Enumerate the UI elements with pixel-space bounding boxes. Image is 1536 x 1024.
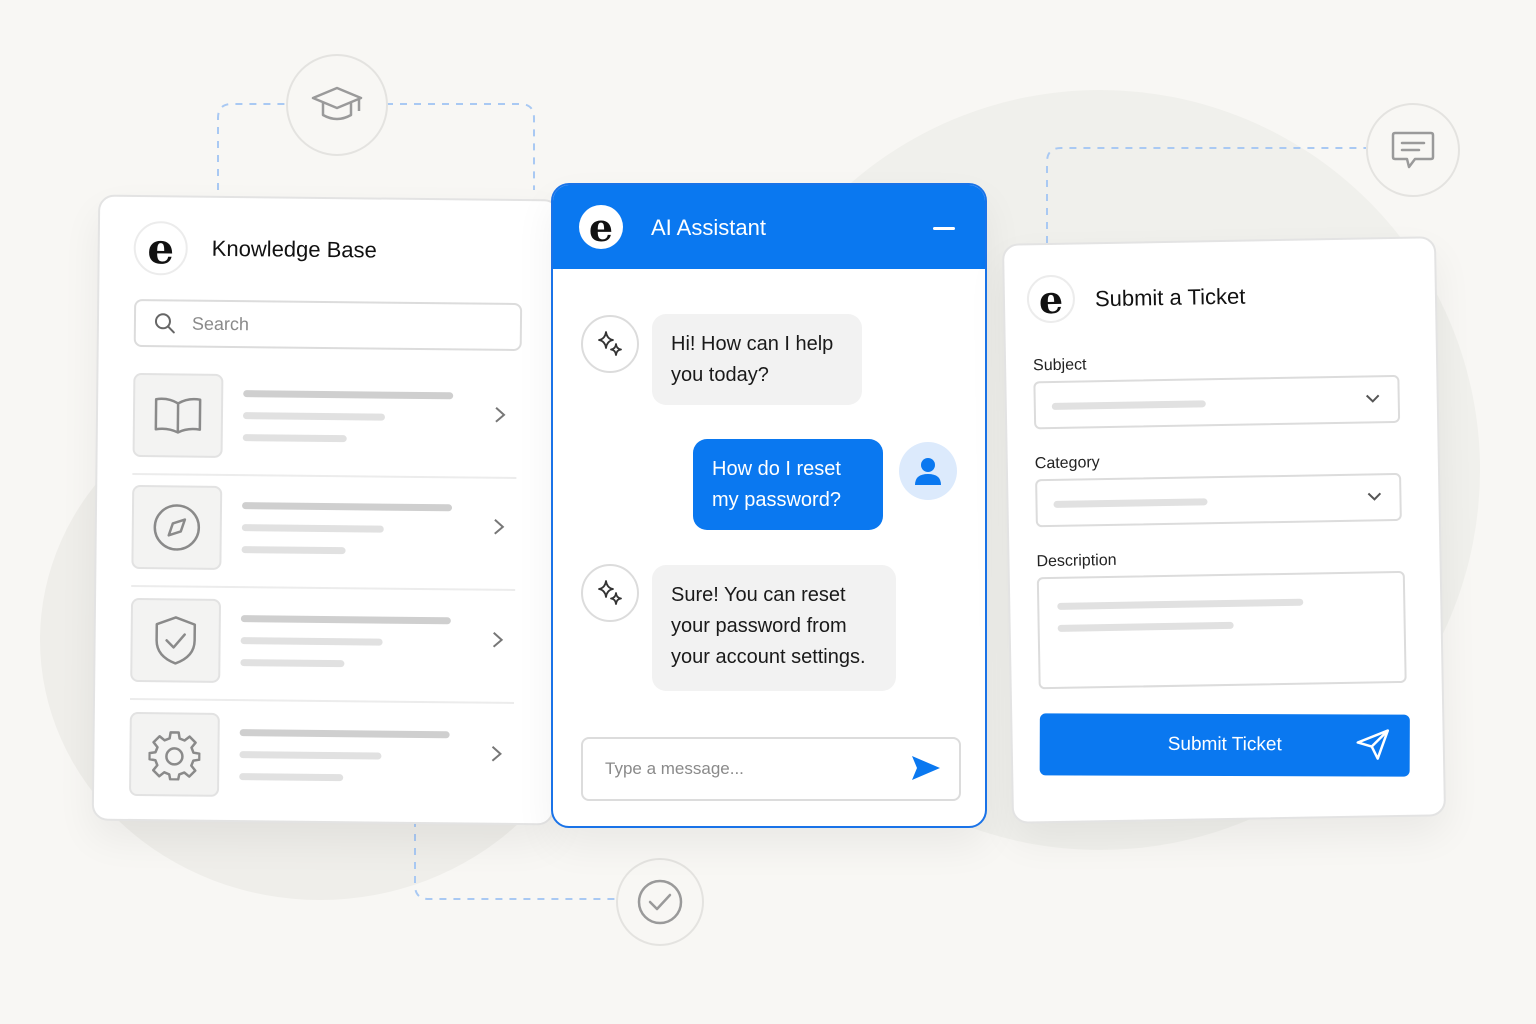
chat-icon [1391,131,1435,169]
submit-ticket-button[interactable]: Submit Ticket [1039,713,1410,777]
search-input[interactable] [189,312,495,339]
placeholder-line [242,412,386,421]
placeholder-line [1053,498,1208,508]
graduation-cap-icon [311,86,363,121]
chat-header: e AI Assistant [553,185,985,269]
placeholder-line [240,615,451,625]
search-box[interactable] [133,298,523,352]
placeholder-line [240,659,345,668]
placeholder-line [241,524,384,533]
chevron-down-icon [1365,394,1380,403]
chat-badge [1366,103,1460,197]
check-badge [616,858,704,946]
ai-assistant-panel: e AI Assistant Hi! How can I help you to… [551,183,987,828]
paper-plane-icon [1356,729,1390,760]
book-tile [132,372,224,458]
divider [130,697,514,704]
description-label: Description [1036,551,1117,571]
placeholder-line [239,729,450,739]
sparkle-icon [598,331,622,356]
user-icon [915,458,941,485]
chevron-right-icon [492,632,504,648]
placeholder-line [239,751,382,760]
subject-label: Subject [1032,356,1087,375]
panel-title: Submit a Ticket [1094,283,1246,312]
kb-list-item[interactable] [128,711,514,826]
search-icon [154,313,175,334]
submit-ticket-panel: e Submit a Ticket Subject Category Descr… [1001,236,1447,824]
placeholder-line [1051,400,1206,410]
placeholder-line [1057,621,1234,632]
gear-tile [128,711,220,797]
graduation-cap-badge [286,54,388,156]
placeholder-line [240,637,383,646]
placeholder-line [1057,598,1304,610]
panel-title: AI Assistant [651,215,766,240]
chevron-right-icon [495,407,506,423]
message-input[interactable] [603,758,897,780]
submit-label: Submit Ticket [1167,733,1282,756]
category-select[interactable] [1035,472,1402,528]
category-label: Category [1034,454,1100,473]
send-icon[interactable] [911,755,941,781]
compass-icon [153,504,201,551]
brand-logo: e [1026,274,1076,324]
placeholder-line [239,773,344,782]
bot-message: Hi! How can I help you today? [652,314,862,405]
kb-list-item[interactable] [132,372,517,487]
kb-list-item[interactable] [130,597,515,712]
message-box[interactable] [581,737,961,801]
shield-tile [130,597,222,683]
chevron-right-icon [491,746,502,762]
brand-logo: e [133,220,189,276]
placeholder-line [242,434,347,443]
placeholder-line [243,390,454,400]
shield-check-icon [155,616,197,665]
description-field[interactable] [1036,570,1407,690]
divider [131,584,516,591]
compass-tile [131,484,223,570]
chevron-right-icon [494,519,505,535]
placeholder-line [241,546,346,555]
brand-logo: e [579,205,623,250]
check-circle-icon [637,879,683,925]
bot-avatar [581,315,639,373]
bot-message: Sure! You can reset your password from y… [652,565,896,691]
divider [132,472,517,479]
gear-icon [148,731,201,781]
chevron-down-icon [1367,492,1382,501]
kb-list-item[interactable] [131,484,516,599]
placeholder-line [242,502,453,512]
minimize-button[interactable] [933,227,955,230]
sparkle-icon [598,580,622,605]
subject-select[interactable] [1033,374,1401,430]
user-message: How do I reset my password? [693,439,883,530]
book-icon [154,397,202,434]
user-avatar [899,442,957,500]
knowledge-base-panel: e Knowledge Base [91,194,561,826]
panel-title: Knowledge Base [211,235,377,263]
bot-avatar [581,564,639,622]
